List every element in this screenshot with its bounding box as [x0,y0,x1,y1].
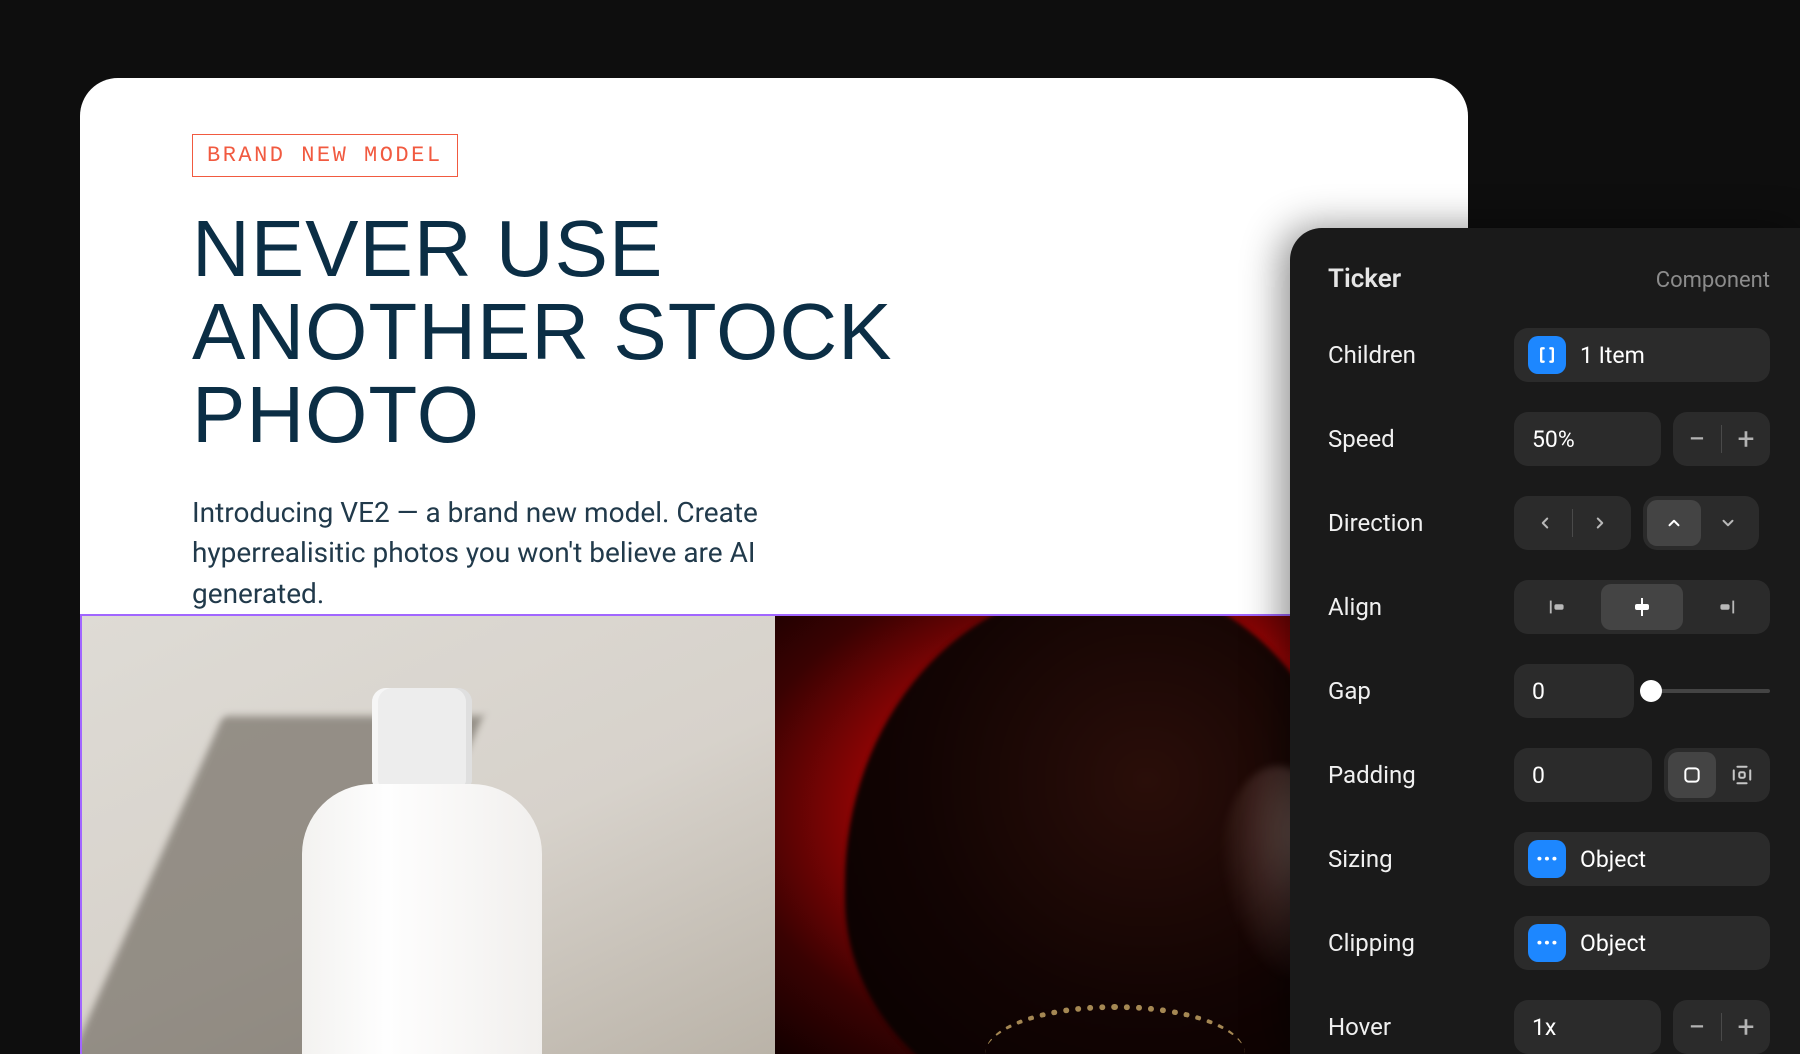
row-direction: Direction [1328,496,1770,550]
hover-input[interactable]: 1x [1514,1000,1661,1054]
padding-label: Padding [1328,761,1514,789]
sizing-value-pill[interactable]: ··· Object [1514,832,1770,886]
gap-slider[interactable] [1646,664,1770,718]
brand-badge: BRAND NEW MODEL [192,134,458,177]
sizing-value: Object [1580,846,1646,873]
row-clipping: Clipping ··· Object [1328,916,1770,970]
direction-left-button[interactable] [1518,500,1572,546]
panel-title: Ticker [1328,264,1401,294]
gap-label: Gap [1328,677,1514,705]
direction-down-button[interactable] [1701,500,1755,546]
speed-increment-button[interactable]: + [1722,412,1770,466]
sizing-label: Sizing [1328,845,1514,873]
children-value-pill[interactable]: 1 Item [1514,328,1770,382]
ticker-gallery[interactable]: 34 [80,614,1468,1054]
gap-input[interactable]: 0 [1514,664,1634,718]
speed-label: Speed [1328,425,1514,453]
align-segment [1514,580,1770,634]
direction-lr-group [1514,496,1631,550]
more-icon: ··· [1528,840,1566,878]
direction-right-button[interactable] [1573,500,1627,546]
row-speed: Speed 50% − + [1328,412,1770,466]
align-start-button[interactable] [1518,584,1601,630]
row-gap: Gap 0 [1328,664,1770,718]
page-subtext: Introducing VE2 — a brand new model. Cre… [192,493,792,615]
align-center-button[interactable] [1601,584,1684,630]
direction-label: Direction [1328,509,1514,537]
brackets-icon [1528,336,1566,374]
row-hover: Hover 1x − + [1328,1000,1770,1054]
row-sizing: Sizing ··· Object [1328,832,1770,886]
padding-mode-group [1664,748,1770,802]
gallery-tile-bottle: 34 [82,616,775,1054]
row-padding: Padding 0 [1328,748,1770,802]
padding-uniform-button[interactable] [1668,752,1716,798]
align-end-button[interactable] [1683,584,1766,630]
component-properties-panel: Ticker Component Children 1 Item Speed 5… [1290,228,1800,1054]
hover-stepper: − + [1673,1000,1770,1054]
padding-per-side-button[interactable] [1718,752,1766,798]
clipping-value-pill[interactable]: ··· Object [1514,916,1770,970]
speed-input[interactable]: 50% [1514,412,1661,466]
speed-stepper: − + [1673,412,1770,466]
direction-ud-group [1643,496,1759,550]
panel-type-label: Component [1656,268,1770,293]
hover-label: Hover [1328,1013,1514,1041]
direction-up-button[interactable] [1647,500,1701,546]
children-value: 1 Item [1580,342,1645,369]
more-icon: ··· [1528,924,1566,962]
children-label: Children [1328,341,1514,369]
speed-decrement-button[interactable]: − [1673,412,1721,466]
design-canvas: BRAND NEW MODEL NEVER USE ANOTHER STOCK … [80,78,1468,1054]
row-align: Align [1328,580,1770,634]
padding-input[interactable]: 0 [1514,748,1652,802]
row-children: Children 1 Item [1328,328,1770,382]
page-headline: NEVER USE ANOTHER STOCK PHOTO [192,207,952,457]
gap-slider-thumb[interactable] [1640,680,1662,702]
clipping-label: Clipping [1328,929,1514,957]
align-label: Align [1328,593,1514,621]
clipping-value: Object [1580,930,1646,957]
hover-increment-button[interactable]: + [1722,1000,1770,1054]
hover-decrement-button[interactable]: − [1673,1000,1721,1054]
